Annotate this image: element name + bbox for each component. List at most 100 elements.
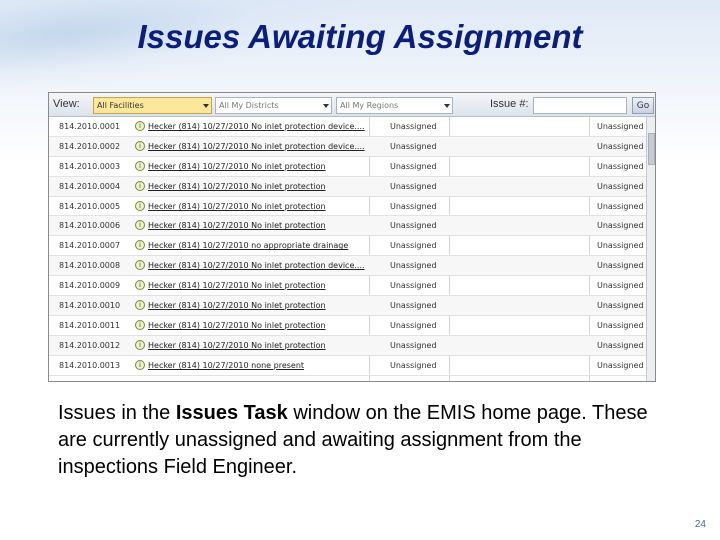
issue-description-link[interactable]: Hecker (814) 10/27/2010 No inlet protect…: [148, 162, 326, 171]
table-row[interactable]: 814.2010.0001 i Hecker (814) 10/27/2010 …: [49, 117, 646, 137]
table-row[interactable]: 814.2010.0002 i Hecker (814) 10/27/2010 …: [49, 136, 646, 157]
issue-description-link[interactable]: Hecker (814) 10/27/2010 No inlet protect…: [148, 261, 365, 270]
assignment-status: Unassigned: [390, 261, 437, 271]
caption-text-1: Issues in the: [58, 402, 176, 424]
table-row[interactable]: 814.2010.0009 i Hecker (814) 10/27/2010 …: [49, 276, 646, 297]
info-icon: i: [135, 220, 145, 231]
table-row[interactable]: 814.2010.0006 i Hecker (814) 10/27/2010 …: [49, 216, 646, 237]
issue-status: Unassigned: [597, 281, 644, 291]
issue-id: 814.2010.0008: [59, 261, 121, 271]
issue-description-link[interactable]: Hecker (814) 10/27/2010 No inlet protect…: [148, 341, 326, 350]
info-icon: i: [135, 359, 145, 370]
assignment-status: Unassigned: [390, 141, 437, 151]
scrollbar-thumb[interactable]: [648, 133, 655, 165]
chevron-down-icon: [323, 104, 329, 108]
issue-description-link[interactable]: Hecker (814) 10/27/2010 no appropriate d…: [148, 241, 348, 250]
info-icon: i: [135, 140, 145, 151]
vertical-scrollbar[interactable]: [646, 117, 655, 381]
info-icon: i: [135, 280, 145, 291]
issue-status: Unassigned: [597, 320, 644, 330]
issue-id: 814.2010.0006: [59, 221, 121, 231]
chevron-down-icon: [444, 104, 450, 108]
issue-status: Unassigned: [597, 241, 644, 251]
issue-description-link[interactable]: Hecker (814) 10/27/2010 No inlet protect…: [148, 221, 326, 230]
facilities-select-value: All Facilities: [97, 101, 144, 110]
table-row[interactable]: 814.2010.0005 i Hecker (814) 10/27/2010 …: [49, 197, 646, 217]
issue-status: Unassigned: [597, 221, 644, 231]
issue-status: Unassigned: [597, 360, 644, 370]
table-row[interactable]: 814.2010.0013 i Hecker (814) 10/27/2010 …: [49, 356, 646, 376]
issue-description-link[interactable]: Hecker (814) 10/27/2010 No inlet protect…: [148, 301, 326, 310]
districts-select-value: All My Districts: [219, 101, 279, 110]
table-row[interactable]: 814.2010.0010 i Hecker (814) 10/27/2010 …: [49, 296, 646, 316]
facilities-select[interactable]: All Facilities: [93, 97, 212, 114]
slide-caption: Issues in the Issues Task window on the …: [58, 400, 658, 481]
caption-bold-term: Issues Task: [175, 402, 288, 424]
issue-description-link[interactable]: Hecker (814) 10/27/2010 No inlet protect…: [148, 122, 365, 131]
issues-task-window: View: All Facilities All My Districts Al…: [48, 92, 656, 382]
filter-toolbar: View: All Facilities All My Districts Al…: [49, 93, 655, 117]
issue-status: Unassigned: [597, 301, 644, 311]
go-button[interactable]: Go: [632, 97, 654, 114]
assignment-status: Unassigned: [390, 161, 437, 171]
issue-status: Unassigned: [597, 261, 644, 271]
issue-id: 814.2010.0005: [59, 201, 121, 211]
assignment-status: Unassigned: [390, 340, 437, 350]
table-row[interactable]: 814.2010.0011 i Hecker (814) 10/27/2010 …: [49, 316, 646, 336]
chevron-down-icon: [203, 104, 209, 108]
assignment-status: Unassigned: [390, 281, 437, 291]
assignment-status: Unassigned: [390, 201, 437, 211]
info-icon: i: [135, 300, 145, 311]
assignment-status: Unassigned: [390, 122, 437, 131]
issue-id: 814.2010.0012: [59, 340, 121, 350]
assignment-status: Unassigned: [390, 320, 437, 330]
info-icon: i: [135, 319, 145, 330]
assignment-status: Unassigned: [390, 221, 437, 231]
info-icon: i: [135, 180, 145, 191]
issue-id: 814.2010.0002: [59, 141, 121, 151]
issue-description-link[interactable]: Hecker (814) 10/27/2010 No inlet protect…: [148, 182, 326, 191]
assignment-status: Unassigned: [390, 241, 437, 251]
issue-id: 814.2010.0013: [59, 360, 121, 370]
regions-select-value: All My Regions: [340, 101, 399, 110]
regions-select[interactable]: All My Regions: [336, 97, 453, 114]
issues-table: 814.2010.0001 i Hecker (814) 10/27/2010 …: [49, 117, 646, 376]
table-row[interactable]: 814.2010.0007 i Hecker (814) 10/27/2010 …: [49, 236, 646, 257]
table-row[interactable]: 814.2010.0012 i Hecker (814) 10/27/2010 …: [49, 335, 646, 356]
issue-description-link[interactable]: Hecker (814) 10/27/2010 No inlet protect…: [148, 321, 326, 330]
page-number: 24: [694, 519, 706, 530]
issue-id: 814.2010.0004: [59, 181, 121, 191]
issue-id: 814.2010.0001: [59, 122, 121, 131]
issue-status: Unassigned: [597, 201, 644, 211]
issue-status: Unassigned: [597, 340, 644, 350]
issue-id: 814.2010.0007: [59, 241, 121, 251]
issue-number-input[interactable]: [533, 97, 627, 114]
issue-number-label: Issue #:: [490, 98, 529, 110]
issue-status: Unassigned: [597, 141, 644, 151]
issue-description-link[interactable]: Hecker (814) 10/27/2010 No inlet protect…: [148, 281, 326, 290]
info-icon: i: [135, 160, 145, 171]
table-row[interactable]: 814.2010.0003 i Hecker (814) 10/27/2010 …: [49, 157, 646, 177]
table-row[interactable]: 814.2010.0008 i Hecker (814) 10/27/2010 …: [49, 256, 646, 277]
issue-id: 814.2010.0003: [59, 161, 121, 171]
issue-id: 814.2010.0009: [59, 281, 121, 291]
issue-status: Unassigned: [597, 161, 644, 171]
slide-title: Issues Awaiting Assignment: [137, 18, 583, 55]
view-label: View:: [53, 98, 80, 110]
info-icon: i: [135, 260, 145, 271]
issue-description-link[interactable]: Hecker (814) 10/27/2010 No inlet protect…: [148, 202, 326, 211]
issue-status: Unassigned: [597, 181, 644, 191]
info-icon: i: [135, 339, 145, 350]
issue-description-link[interactable]: Hecker (814) 10/27/2010 none present: [148, 361, 304, 370]
issue-id: 814.2010.0010: [59, 301, 121, 311]
issue-description-link[interactable]: Hecker (814) 10/27/2010 No inlet protect…: [148, 142, 365, 151]
issue-id: 814.2010.0011: [59, 320, 121, 330]
assignment-status: Unassigned: [390, 301, 437, 311]
table-row[interactable]: 814.2010.0004 i Hecker (814) 10/27/2010 …: [49, 176, 646, 197]
info-icon: i: [135, 121, 145, 131]
info-icon: i: [135, 240, 145, 251]
assignment-status: Unassigned: [390, 181, 437, 191]
assignment-status: Unassigned: [390, 360, 437, 370]
districts-select[interactable]: All My Districts: [215, 97, 332, 114]
issue-status: Unassigned: [597, 122, 644, 131]
